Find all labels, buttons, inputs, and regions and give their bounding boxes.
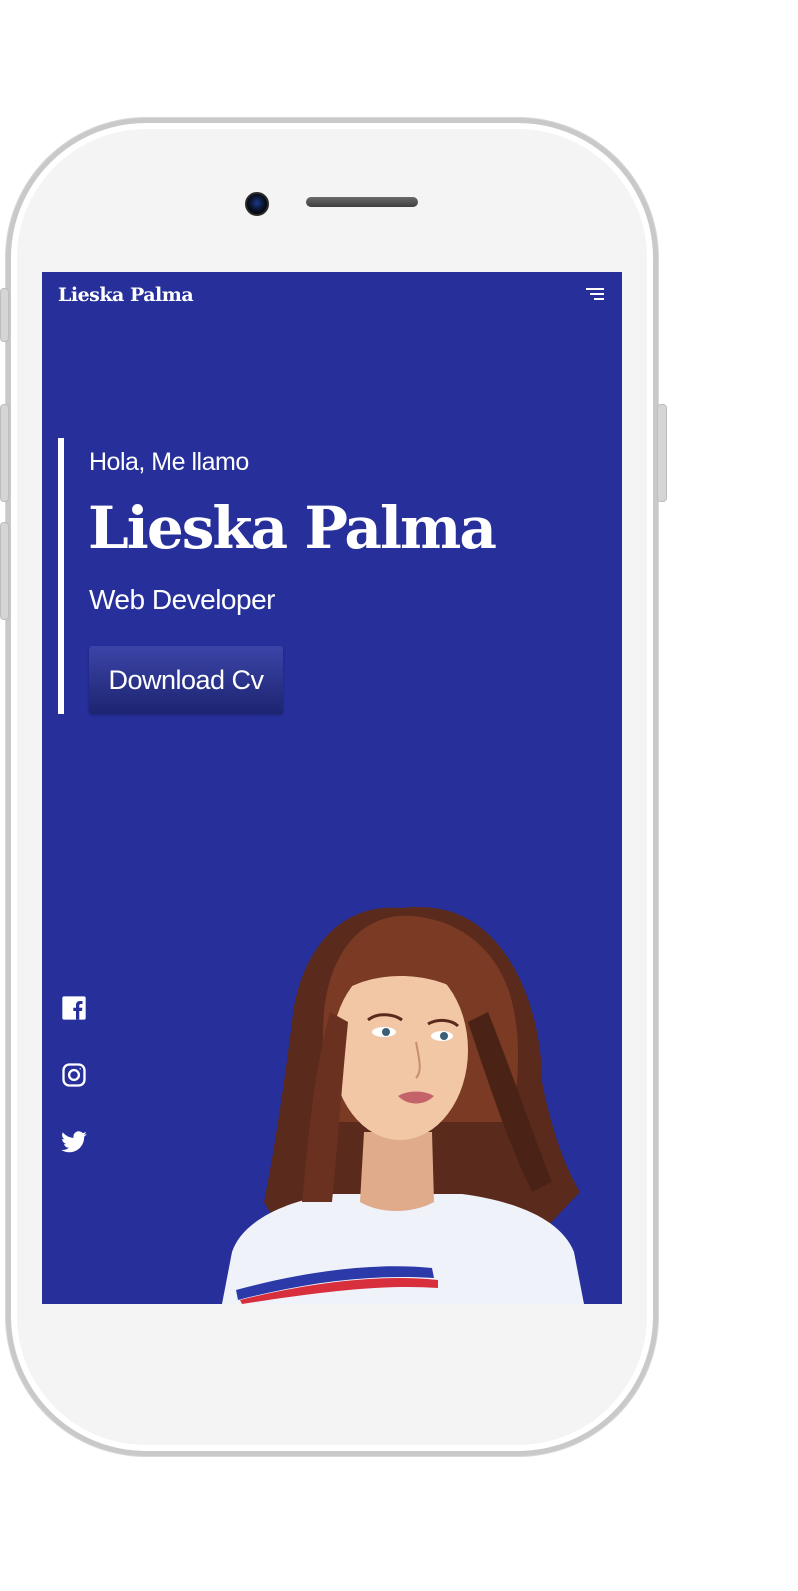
instagram-icon[interactable] <box>60 1061 88 1089</box>
hero-section: Hola, Me llamo Lieska Palma Web Develope… <box>58 438 544 714</box>
phone-camera <box>245 192 269 216</box>
twitter-icon[interactable] <box>60 1128 88 1156</box>
hero-greeting: Hola, Me llamo <box>89 448 249 476</box>
phone-side-button <box>0 288 9 342</box>
hero-name: Lieska Palma <box>88 494 497 562</box>
menu-lines-icon[interactable] <box>586 288 604 302</box>
profile-photo <box>212 902 592 1304</box>
phone-volume-down-button <box>0 522 9 620</box>
brand-logo[interactable]: Lieska Palma <box>58 284 194 306</box>
phone-speaker <box>306 197 418 207</box>
phone-volume-up-button <box>0 404 9 502</box>
phone-screen: Lieska Palma Hola, Me llamo Lieska Palma… <box>42 272 622 1304</box>
download-cv-button[interactable]: Download Cv <box>89 646 283 714</box>
hero-role: Web Developer <box>89 584 275 615</box>
page: Lieska Palma Hola, Me llamo Lieska Palma… <box>0 0 798 1591</box>
phone-power-button <box>657 404 667 502</box>
facebook-icon[interactable] <box>60 994 88 1022</box>
